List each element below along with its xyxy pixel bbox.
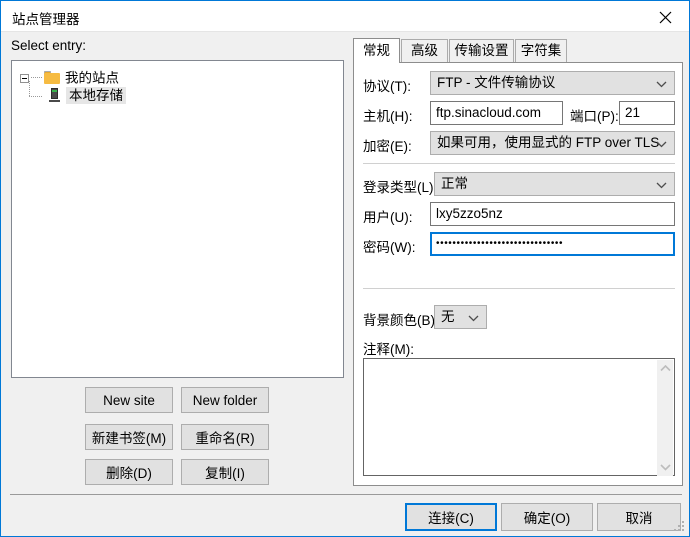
collapse-expander-icon[interactable] [20,73,29,83]
host-label: 主机(H): [363,109,413,124]
comments-label: 注释(M): [363,342,414,357]
tree-line [26,81,48,105]
rename-button[interactable]: 重命名(R) [181,424,269,450]
tree-node-label: 我的站点 [65,70,119,86]
cancel-button[interactable]: 取消 [597,503,681,531]
close-icon [659,11,672,24]
protocol-value: FTP - 文件传输协议 [437,75,556,90]
comments-textarea[interactable] [363,358,675,476]
site-tree[interactable]: 我的站点 本地存储 [11,60,344,378]
encryption-value: 如果可用，使用显式的 FTP over TLS [437,135,660,150]
new-bookmark-button[interactable]: 新建书签(M) [85,424,173,450]
tab-strip: 常规 高级 传输设置 字符集 [353,38,683,63]
chevron-down-icon [468,315,479,322]
connect-button[interactable]: 连接(C) [405,503,497,531]
password-label: 密码(W): [363,240,416,255]
user-label: 用户(U): [363,210,413,225]
logon-type-value: 正常 [441,176,468,191]
resize-grip[interactable] [674,521,686,533]
background-color-select[interactable]: 无 [434,305,487,329]
site-manager-dialog: 站点管理器 Select entry: 我的站点 本地存储 New site N… [0,0,690,537]
user-input[interactable]: lxy5zzo5nz [430,202,675,226]
footer-divider [10,494,682,495]
new-folder-button[interactable]: New folder [181,387,269,413]
window-title: 站点管理器 [12,12,80,27]
comments-scrollbar[interactable] [657,360,673,476]
chevron-down-icon[interactable] [660,464,671,471]
logon-type-label: 登录类型(L): [363,180,438,195]
tree-line [31,77,42,79]
tree-node-local-storage[interactable]: 本地存储 [20,81,126,105]
section-divider [363,288,675,289]
general-tab-panel: 协议(T): FTP - 文件传输协议 主机(H): ftp.sinacloud… [353,62,683,486]
chevron-down-icon [656,141,667,148]
encryption-select[interactable]: 如果可用，使用显式的 FTP over TLS [430,131,675,155]
host-input[interactable]: ftp.sinacloud.com [430,101,563,125]
port-input[interactable]: 21 [619,101,675,125]
password-input[interactable]: ••••••••••••••••••••••••••••••• [430,232,675,256]
close-button[interactable] [643,1,689,30]
chevron-up-icon[interactable] [660,365,671,372]
delete-button[interactable]: 删除(D) [85,459,173,485]
tree-node-label: 本地存储 [66,87,126,105]
chevron-down-icon [656,182,667,189]
encryption-label: 加密(E): [363,139,412,154]
new-site-button[interactable]: New site [85,387,173,413]
tab-general[interactable]: 常规 [353,38,400,63]
duplicate-button[interactable]: 复制(I) [181,459,269,485]
chevron-down-icon [656,81,667,88]
tab-advanced[interactable]: 高级 [401,39,448,63]
background-color-label: 背景颜色(B) [363,313,435,328]
tab-charset[interactable]: 字符集 [515,39,567,63]
protocol-select[interactable]: FTP - 文件传输协议 [430,71,675,95]
logon-type-select[interactable]: 正常 [434,172,675,196]
tree-node-my-sites[interactable]: 我的站点 [20,69,119,87]
port-label: 端口(P): [570,109,619,124]
background-color-value: 无 [441,309,455,324]
folder-icon [44,70,60,84]
server-icon [48,88,61,103]
title-bar: 站点管理器 [1,1,689,32]
protocol-label: 协议(T): [363,79,411,94]
ok-button[interactable]: 确定(O) [501,503,593,531]
section-divider [363,163,675,164]
select-entry-label: Select entry: [11,38,87,53]
tab-transfer-settings[interactable]: 传输设置 [449,39,514,63]
